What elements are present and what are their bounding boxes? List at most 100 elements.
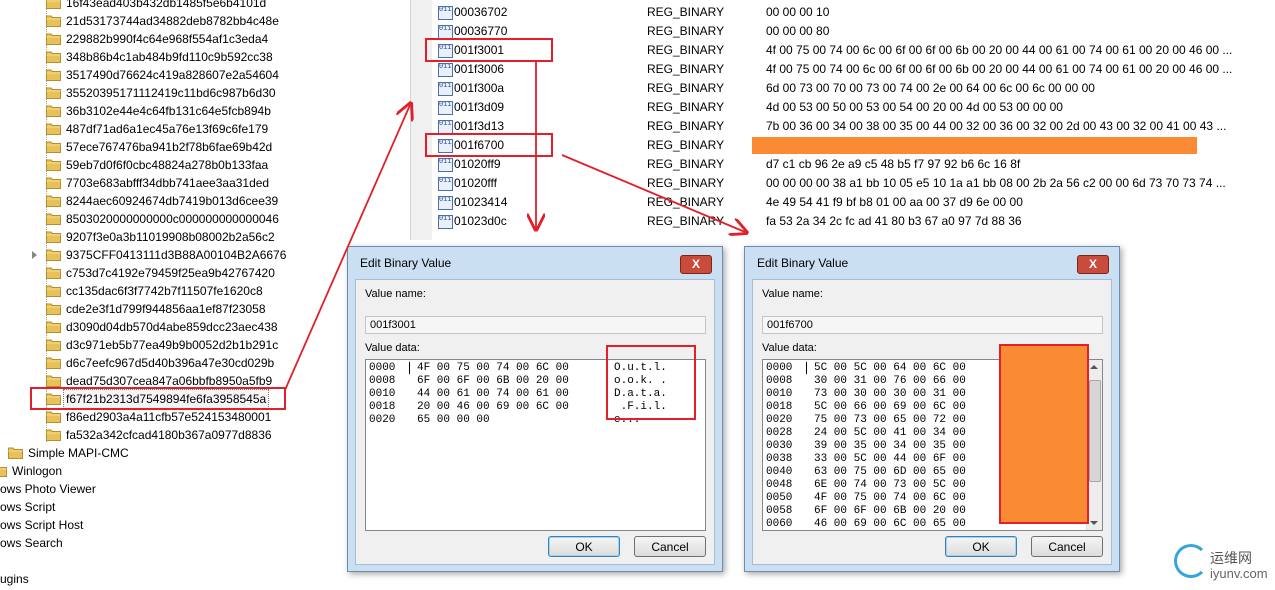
binary-value-icon: 011 110: [438, 120, 453, 134]
dialog-title: Edit Binary Value: [360, 256, 452, 270]
highlight-box-ascii: [606, 345, 696, 420]
hex-address: 0000: [369, 362, 396, 374]
tree-item-label: Simple MAPI-CMC: [28, 446, 129, 460]
folder-icon: [46, 87, 61, 99]
hex-address: 0050: [766, 492, 793, 504]
tree-item-label: 487df71ad6a1ec45a76e13f69c6fe179: [66, 122, 269, 136]
value-data: 4f 00 75 00 74 00 6c 00 6f 00 6f 00 6b 0…: [766, 43, 1233, 57]
value-row[interactable]: 011 11000036770REG_BINARY00 00 00 80: [432, 22, 1275, 41]
value-type: REG_BINARY: [647, 214, 725, 228]
value-data: 00 00 00 80: [766, 24, 830, 38]
value-row[interactable]: 011 110001f300a REG_BINARY 6d 00 73 00 70 …: [432, 79, 1275, 98]
scroll-up-icon[interactable]: [1090, 365, 1098, 369]
value-row[interactable]: 011 110001f3d09 REG_BINARY 4d 00 53 00 50 …: [432, 98, 1275, 117]
value-row[interactable]: 011 11001023d0c REG_BINARY fa 53 2a 34 2c …: [432, 212, 1275, 231]
folder-icon: [46, 0, 61, 9]
value-name: 01020fff: [454, 176, 497, 190]
folder-icon: [46, 321, 61, 333]
highlight-box-tree-item: [30, 387, 286, 410]
value-row[interactable]: 011 110001f3006 REG_BINARY 4f 00 75 00 74 …: [432, 60, 1275, 79]
registry-values-list[interactable]: 011 11000036702REG_BINARY00 00 00 10 011 …: [432, 0, 1275, 240]
hex-address: 0000: [766, 362, 793, 374]
hex-bytes: 24 00 5C 00 41 00 34 00: [814, 427, 966, 439]
folder-icon: [46, 375, 61, 387]
value-name: 001f3006: [454, 62, 505, 76]
value-row[interactable]: 011 110001f3d13REG_BINARY7b 00 36 00 34 …: [432, 117, 1275, 136]
folder-icon: [46, 285, 61, 297]
value-data: 00 00 00 00 38 a1 bb 10 05 e5 10 1a a1 b…: [766, 176, 1226, 190]
value-type: REG_BINARY: [647, 195, 725, 209]
value-row[interactable]: 011 11001020ff9 REG_BINARY d7 c1 cb 96 2e …: [432, 155, 1275, 174]
tree-item-label: ows Photo Viewer: [0, 482, 96, 496]
tree-item-label: ugins: [0, 572, 29, 586]
close-button[interactable]: X: [680, 255, 712, 274]
hex-bytes: 65 00 00 00: [417, 414, 490, 426]
value-data: fa 53 2a 34 2c fc ad 41 80 b3 67 a0 97 7…: [766, 214, 1022, 228]
folder-icon: [46, 51, 61, 63]
value-row[interactable]: 011 110001f3001REG_BINARY4f 00 75 00 74 …: [432, 41, 1275, 60]
close-button[interactable]: X: [1077, 255, 1109, 274]
value-name: 01020ff9: [454, 157, 501, 171]
binary-value-icon: 011 110: [438, 101, 453, 115]
folder-icon: [46, 33, 61, 45]
ok-button[interactable]: OK: [945, 536, 1017, 557]
hex-bytes: 20 00 46 00 69 00 6C 00: [417, 401, 569, 413]
value-name-field[interactable]: 001f3001: [365, 316, 706, 334]
hex-address: 0038: [766, 453, 793, 465]
tree-item-label: 348b86b4c1ab484b9fd110c9b592cc38: [66, 50, 273, 64]
value-row[interactable]: 011 11001020fff REG_BINARY 00 00 00 00 38 …: [432, 174, 1275, 193]
tree-item-label: 8244aec60924674db7419b013d6cee39: [66, 194, 279, 208]
cancel-button[interactable]: Cancel: [1031, 536, 1103, 557]
hex-address: 0028: [766, 427, 793, 439]
tree-item-label: 16f43ead403b432db1485f5e6b4101d: [66, 0, 267, 10]
tree-item-label: 35520395171112419c11bd6c987b6d30: [66, 86, 276, 100]
value-name-label: Value name:: [365, 288, 426, 300]
value-name-field[interactable]: 001f6700: [762, 316, 1103, 334]
highlight-box-001f3001: [425, 38, 553, 62]
hex-address: 0048: [766, 479, 793, 491]
value-row[interactable]: 011 11000036702 REG_BINARY 00 00 00 10: [432, 3, 1275, 22]
redacted-value-data: [752, 137, 1197, 154]
value-type: REG_BINARY: [647, 62, 725, 76]
tree-item-label: 57ece767476ba941b2f78b6fae69b42d: [66, 140, 273, 154]
tree-item-label: Winlogon: [12, 464, 63, 478]
hex-address: 0010: [369, 388, 396, 400]
tree-item-label: 59eb7d0f6f0cbc48824a278b0b133faa: [66, 158, 269, 172]
value-row[interactable]: 011 11001023414 REG_BINARY 4e 49 54 41 f9 …: [432, 193, 1275, 212]
highlight-box-ascii-redacted: [999, 344, 1089, 524]
expand-arrow-icon[interactable]: [32, 251, 37, 259]
hex-address: 0010: [766, 388, 793, 400]
scroll-down-icon[interactable]: [1090, 521, 1098, 525]
hex-bytes: 39 00 35 00 34 00 35 00: [814, 440, 966, 452]
text-caret: [806, 362, 807, 374]
hex-bytes: 46 00 69 00 6C 00 65 00: [814, 518, 966, 530]
folder-icon: [46, 357, 61, 369]
binary-value-icon: 011 110: [438, 63, 453, 77]
binary-value-icon: 011 110: [438, 196, 453, 210]
scroll-thumb[interactable]: [1089, 380, 1101, 482]
folder-icon: [46, 213, 61, 225]
tree-item-label: d3090d04db570d4abe859dcc23aec438: [66, 320, 278, 334]
folder-icon: [46, 141, 61, 153]
value-type: REG_BINARY: [647, 176, 725, 190]
hex-address: 0018: [766, 401, 793, 413]
value-name: 01023d0c: [454, 214, 507, 228]
tree-item-label: fa532a342cfcad4180b367a0977d8836: [66, 428, 272, 442]
pane-splitter[interactable]: [410, 0, 434, 240]
value-type: REG_BINARY: [647, 43, 725, 57]
value-type: REG_BINARY: [647, 5, 725, 19]
tree-item-label: ows Script: [0, 500, 56, 514]
tree-item-label: cc135dac6f3f7742b7f11507fe1620c8: [66, 284, 263, 298]
hex-address: 0060: [766, 518, 793, 530]
hex-address: 0020: [766, 414, 793, 426]
value-data: 6d 00 73 00 70 00 73 00 74 00 2e 00 64 0…: [766, 81, 1095, 95]
tree-item-label: 36b3102e44e4c64fb131c64e5fcb894b: [66, 104, 271, 118]
cancel-button[interactable]: Cancel: [634, 536, 706, 557]
tree-item-label: c753d7c4192e79459f25ea9b42767420: [66, 266, 275, 280]
ok-button[interactable]: OK: [548, 536, 620, 557]
hex-bytes: 6E 00 74 00 73 00 5C 00: [814, 479, 966, 491]
folder-icon: [46, 411, 61, 423]
binary-value-icon: 011 110: [438, 215, 453, 229]
dialog-title: Edit Binary Value: [757, 256, 849, 270]
value-type: REG_BINARY: [647, 24, 725, 38]
